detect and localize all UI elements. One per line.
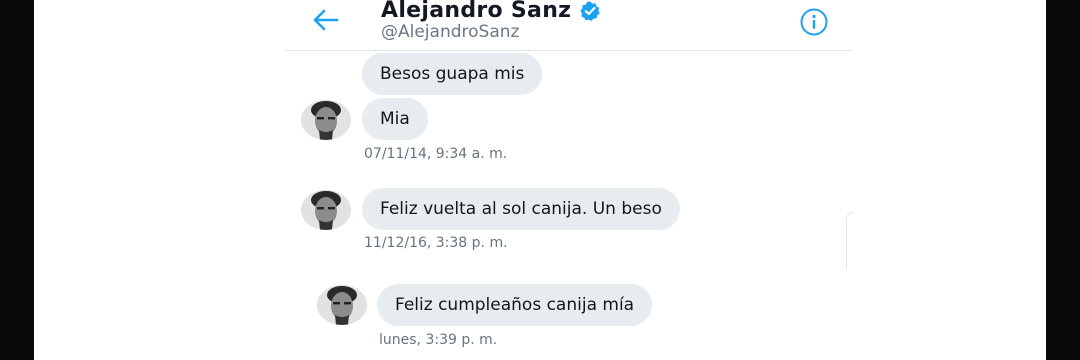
- info-icon[interactable]: [799, 7, 829, 37]
- conversation-header: Alejandro Sanz @AlejandroSanz: [285, 0, 852, 51]
- avatar[interactable]: [301, 190, 351, 230]
- avatar-photo-icon: [317, 285, 367, 325]
- message-timestamp: lunes, 3:39 p. m.: [379, 332, 498, 348]
- left-letterbox: [0, 0, 34, 360]
- contact-name[interactable]: Alejandro Sanz: [381, 0, 571, 23]
- right-letterbox: [1046, 0, 1080, 360]
- avatar-photo-icon: [301, 190, 351, 230]
- message-bubble[interactable]: Besos guapa mis: [362, 53, 543, 95]
- scroll-indicator[interactable]: [846, 212, 854, 269]
- avatar[interactable]: [301, 100, 351, 140]
- message-bubble[interactable]: Feliz cumpleaños canija mía: [377, 284, 653, 326]
- message-bubble[interactable]: Feliz vuelta al sol canija. Un beso: [362, 188, 680, 230]
- verified-badge-icon: [580, 1, 601, 21]
- message-bubble[interactable]: Mia: [362, 98, 428, 140]
- name-row: Alejandro Sanz: [381, 0, 601, 23]
- contact-handle: @AlejandroSanz: [381, 22, 520, 42]
- message-timestamp: 07/11/14, 9:34 a. m.: [364, 146, 508, 162]
- back-arrow-icon[interactable]: [311, 8, 339, 32]
- avatar[interactable]: [317, 285, 367, 325]
- message-timestamp: 11/12/16, 3:38 p. m.: [364, 235, 508, 251]
- avatar-photo-icon: [301, 100, 351, 140]
